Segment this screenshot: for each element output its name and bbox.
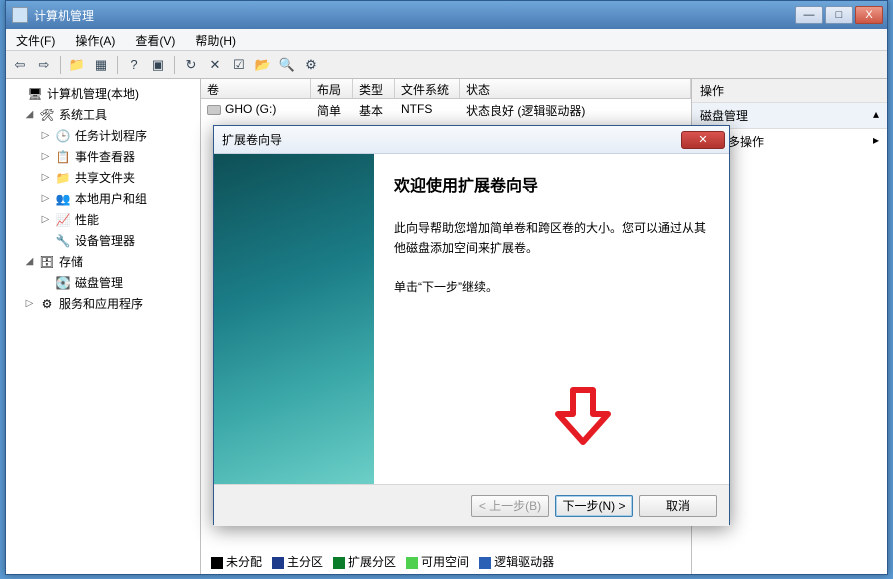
wizard-titlebar[interactable]: 扩展卷向导 ✕ <box>214 126 729 154</box>
wizard-main: 欢迎使用扩展卷向导 此向导帮助您增加简单卷和跨区卷的大小。您可以通过从其他磁盘添… <box>374 154 729 484</box>
wizard-heading: 欢迎使用扩展卷向导 <box>394 172 709 196</box>
refresh-icon[interactable]: ↻ <box>181 55 201 75</box>
tree-diskmgmt[interactable]: 💽磁盘管理 <box>6 272 200 293</box>
wizard-sidebar-image <box>214 154 374 484</box>
menu-action[interactable]: 操作(A) <box>65 29 125 50</box>
users-icon: 👥 <box>55 192 71 206</box>
tree-storage[interactable]: ◢🗄存储 <box>6 251 200 272</box>
col-layout[interactable]: 布局 <box>311 79 353 98</box>
tree-root[interactable]: 🖥计算机管理(本地) <box>6 83 200 104</box>
delete-icon[interactable]: ✕ <box>205 55 225 75</box>
menu-help[interactable]: 帮助(H) <box>185 29 246 50</box>
settings-icon[interactable]: ⚙ <box>301 55 321 75</box>
grid-icon[interactable]: ▦ <box>91 55 111 75</box>
menu-file[interactable]: 文件(F) <box>6 29 65 50</box>
wizard-para1: 此向导帮助您增加简单卷和跨区卷的大小。您可以通过从其他磁盘添加空间来扩展卷。 <box>394 218 709 259</box>
back-icon[interactable]: ⇦ <box>10 55 30 75</box>
tree-localusers[interactable]: ▷👥本地用户和组 <box>6 188 200 209</box>
back-button: < 上一步(B) <box>471 495 549 517</box>
panel-icon[interactable]: ▣ <box>148 55 168 75</box>
maximize-button[interactable]: □ <box>825 6 853 24</box>
legend-unalloc: 未分配 <box>211 553 262 570</box>
table-row[interactable]: GHO (G:) 简单 基本 NTFS 状态良好 (逻辑驱动器) <box>201 99 691 122</box>
legend-logical: 逻辑驱动器 <box>479 553 554 570</box>
tree-perf[interactable]: ▷📈性能 <box>6 209 200 230</box>
clock-icon: 🕒 <box>55 129 71 143</box>
event-icon: 📋 <box>55 150 71 164</box>
col-volume[interactable]: 卷 <box>201 79 311 98</box>
tree-panel[interactable]: 🖥计算机管理(本地) ◢🛠系统工具 ▷🕒任务计划程序 ▷📋事件查看器 ▷📁共享文… <box>6 79 201 574</box>
legend-primary: 主分区 <box>272 553 323 570</box>
perf-icon: 📈 <box>55 213 71 227</box>
chevron-right-icon: ▸ <box>873 133 879 150</box>
help-icon[interactable]: ? <box>124 55 144 75</box>
legend-free: 可用空间 <box>406 553 469 570</box>
disk-icon: 💽 <box>55 276 71 290</box>
forward-icon[interactable]: ⇨ <box>34 55 54 75</box>
tree-shared[interactable]: ▷📁共享文件夹 <box>6 167 200 188</box>
collapse-icon: ▴ <box>873 107 879 124</box>
menubar: 文件(F) 操作(A) 查看(V) 帮助(H) <box>6 29 887 51</box>
actions-title: 操作 <box>692 79 887 103</box>
services-icon: ⚙ <box>39 297 55 311</box>
storage-icon: 🗄 <box>39 255 55 269</box>
menu-view[interactable]: 查看(V) <box>125 29 185 50</box>
toolbar: ⇦ ⇨ 📁 ▦ ? ▣ ↻ ✕ ☑ 📂 🔍 ⚙ <box>6 51 887 79</box>
minimize-button[interactable]: — <box>795 6 823 24</box>
window-buttons: — □ X <box>795 6 883 24</box>
wizard-footer: < 上一步(B) 下一步(N) > 取消 <box>214 484 729 526</box>
device-icon: 🔧 <box>55 234 71 248</box>
computer-icon: 🖥 <box>27 87 43 101</box>
window-title: 计算机管理 <box>34 7 795 24</box>
cancel-button[interactable]: 取消 <box>639 495 717 517</box>
drive-icon <box>207 105 221 115</box>
wizard-title: 扩展卷向导 <box>222 131 282 148</box>
tree-eventviewer[interactable]: ▷📋事件查看器 <box>6 146 200 167</box>
legend: 未分配 主分区 扩展分区 可用空间 逻辑驱动器 <box>211 553 554 570</box>
close-button[interactable]: X <box>855 6 883 24</box>
app-icon <box>12 7 28 23</box>
wizard-body: 欢迎使用扩展卷向导 此向导帮助您增加简单卷和跨区卷的大小。您可以通过从其他磁盘添… <box>214 154 729 484</box>
col-status[interactable]: 状态 <box>460 79 691 98</box>
search-icon[interactable]: 🔍 <box>277 55 297 75</box>
tree-services[interactable]: ▷⚙服务和应用程序 <box>6 293 200 314</box>
tree-devmgr[interactable]: 🔧设备管理器 <box>6 230 200 251</box>
wizard-close-button[interactable]: ✕ <box>681 131 725 149</box>
list-header: 卷 布局 类型 文件系统 状态 <box>201 79 691 99</box>
up-icon[interactable]: 📁 <box>67 55 87 75</box>
col-type[interactable]: 类型 <box>353 79 395 98</box>
col-fs[interactable]: 文件系统 <box>395 79 460 98</box>
titlebar[interactable]: 计算机管理 — □ X <box>6 1 887 29</box>
next-button[interactable]: 下一步(N) > <box>555 495 633 517</box>
properties-icon[interactable]: ☑ <box>229 55 249 75</box>
extend-volume-wizard: 扩展卷向导 ✕ 欢迎使用扩展卷向导 此向导帮助您增加简单卷和跨区卷的大小。您可以… <box>213 125 730 525</box>
tree-scheduler[interactable]: ▷🕒任务计划程序 <box>6 125 200 146</box>
tools-icon: 🛠 <box>39 108 55 122</box>
cell-vol: GHO (G:) <box>201 101 311 120</box>
tree-systools[interactable]: ◢🛠系统工具 <box>6 104 200 125</box>
legend-extended: 扩展分区 <box>333 553 396 570</box>
open-icon[interactable]: 📂 <box>253 55 273 75</box>
folder-icon: 📁 <box>55 171 71 185</box>
wizard-para2: 单击“下一步”继续。 <box>394 277 709 297</box>
